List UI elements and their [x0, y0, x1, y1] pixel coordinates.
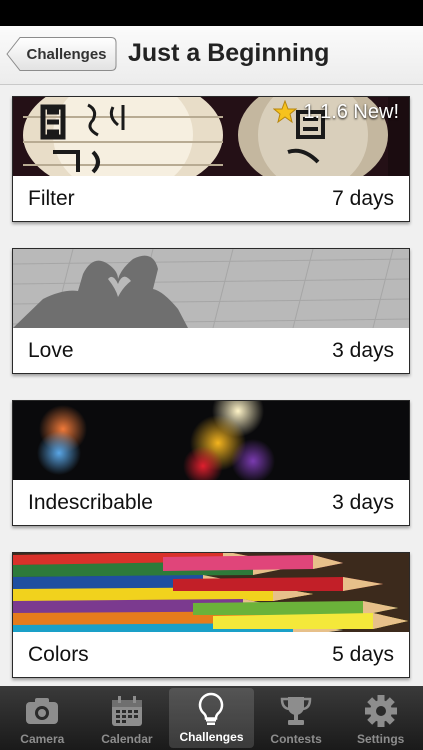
- tab-label: Settings: [357, 732, 405, 746]
- challenge-name: Love: [28, 338, 74, 362]
- challenge-duration: 5 days: [332, 642, 394, 666]
- challenge-list: 1.1.6 New! Filter 7 days Love 3 days Ind…: [0, 84, 423, 686]
- calendar-icon: [110, 693, 144, 729]
- tab-label: Camera: [20, 732, 65, 746]
- tab-camera[interactable]: Camera: [0, 686, 85, 750]
- back-button-label: Challenges: [26, 45, 107, 63]
- tab-label: Challenges: [179, 730, 244, 744]
- challenge-name: Colors: [28, 642, 89, 666]
- star-icon: [273, 100, 298, 124]
- tab-calendar[interactable]: Calendar: [85, 686, 170, 750]
- tab-bar: Camera Calendar Challenges Contests Sett…: [0, 686, 423, 750]
- challenge-card-love[interactable]: Love 3 days: [12, 248, 410, 374]
- challenge-name: Indescribable: [28, 490, 153, 514]
- tab-label: Contests: [270, 732, 322, 746]
- tab-contests[interactable]: Contests: [254, 686, 339, 750]
- camera-icon: [24, 693, 60, 729]
- new-version-text: 1.1.6 New!: [303, 100, 399, 123]
- trophy-icon: [279, 693, 313, 729]
- challenge-footer: Colors 5 days: [13, 632, 409, 677]
- challenge-duration: 3 days: [332, 490, 394, 514]
- challenge-footer: Indescribable 3 days: [13, 480, 409, 525]
- challenge-duration: 7 days: [332, 186, 394, 210]
- navigation-bar: Challenges Just a Beginning: [0, 26, 423, 85]
- challenge-card-indescribable[interactable]: Indescribable 3 days: [12, 400, 410, 526]
- challenge-duration: 3 days: [332, 338, 394, 362]
- challenge-name: Filter: [28, 186, 75, 210]
- status-bar: [0, 0, 423, 26]
- tab-label: Calendar: [101, 732, 153, 746]
- tab-settings[interactable]: Settings: [338, 686, 423, 750]
- challenge-card-filter[interactable]: 1.1.6 New! Filter 7 days: [12, 96, 410, 222]
- challenge-image-filter: 1.1.6 New!: [13, 97, 409, 176]
- challenge-card-colors[interactable]: Colors 5 days: [12, 552, 410, 678]
- gear-icon: [364, 693, 398, 729]
- challenge-image-love: [13, 249, 409, 328]
- new-version-badge: 1.1.6 New!: [273, 100, 399, 124]
- lightbulb-icon: [197, 691, 225, 727]
- challenge-footer: Love 3 days: [13, 328, 409, 373]
- tab-challenges[interactable]: Challenges: [169, 688, 254, 748]
- challenge-image-indescribable: [13, 401, 409, 480]
- challenge-image-colors: [13, 553, 409, 632]
- challenge-footer: Filter 7 days: [13, 176, 409, 221]
- page-title: Just a Beginning: [128, 39, 330, 67]
- back-button[interactable]: Challenges: [6, 36, 117, 72]
